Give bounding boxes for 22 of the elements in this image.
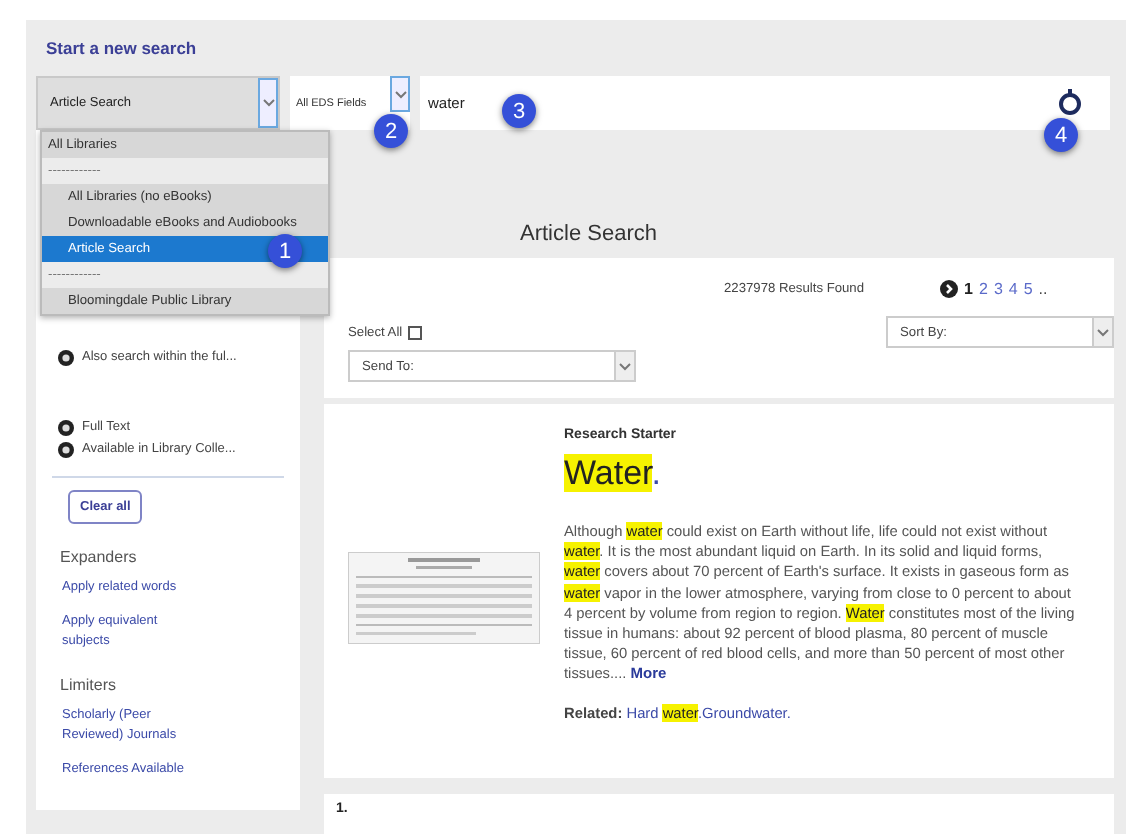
start-new-search-link[interactable]: Start a new search bbox=[46, 38, 197, 58]
remove-icon bbox=[58, 349, 74, 365]
highlighted-word: Water bbox=[564, 454, 652, 492]
callout-badge: 2 bbox=[374, 114, 408, 148]
search-icon bbox=[1058, 88, 1082, 116]
chevron-icon bbox=[1096, 327, 1110, 337]
article-title[interactable]: Water. bbox=[564, 454, 662, 494]
section-title: Expanders bbox=[60, 548, 139, 566]
page-link[interactable]: 3 bbox=[993, 279, 1003, 297]
chevron-icon bbox=[261, 98, 275, 108]
section-title: Limiters bbox=[60, 676, 119, 694]
callout-badge: 4 bbox=[1044, 118, 1078, 152]
page-link[interactable]: 4 bbox=[1008, 279, 1018, 297]
page-link[interactable]: 5 bbox=[1023, 279, 1033, 297]
page-link[interactable]: 2 bbox=[978, 279, 988, 297]
select-all-checkbox[interactable] bbox=[408, 325, 423, 339]
chevron-icon bbox=[393, 89, 407, 99]
next-page-icon bbox=[940, 279, 959, 297]
chevron-icon bbox=[618, 361, 632, 371]
page-link[interactable]: 1 bbox=[964, 279, 973, 297]
more-pages: .. bbox=[1038, 279, 1048, 297]
page-heading: Article Search bbox=[520, 222, 657, 246]
